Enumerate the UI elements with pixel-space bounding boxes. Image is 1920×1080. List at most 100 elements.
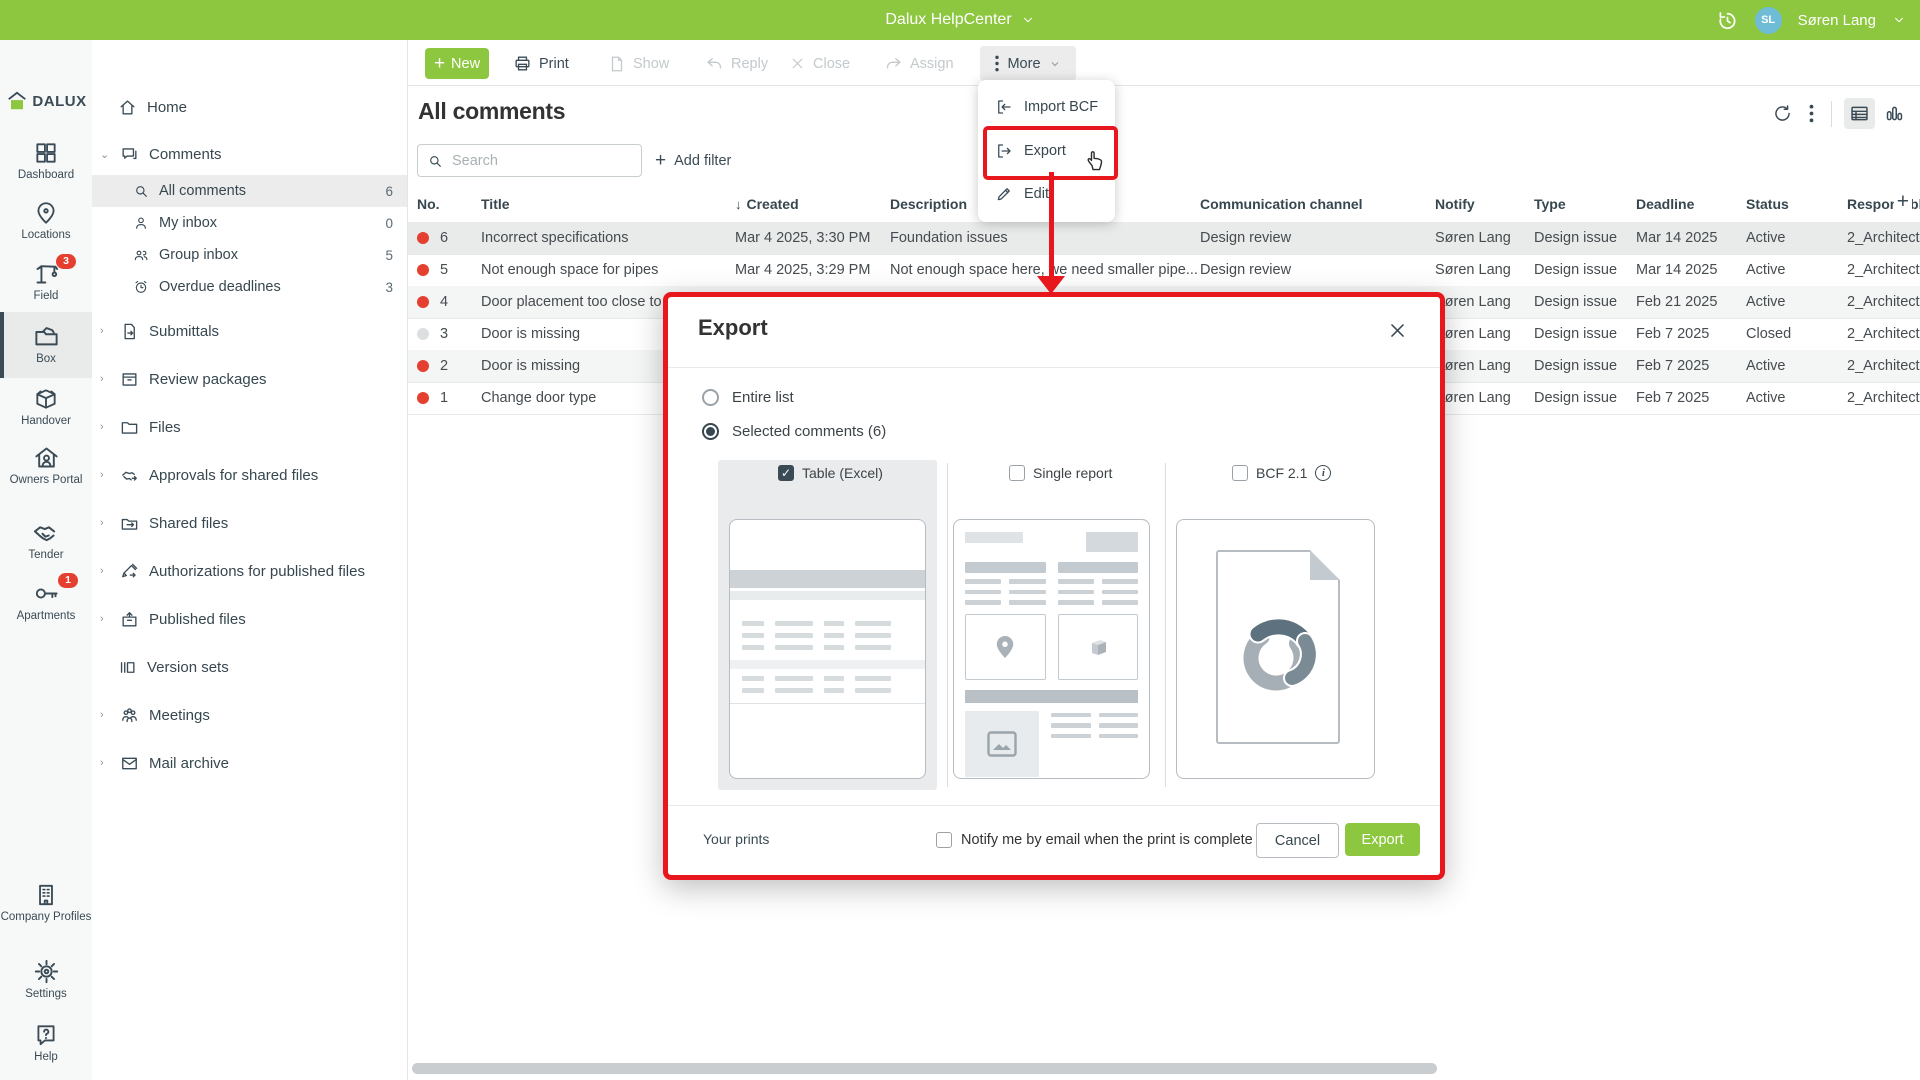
nav-item-version-sets[interactable]: Version sets — [92, 650, 407, 684]
col-title[interactable]: Title — [481, 196, 735, 212]
sidebar-item-handover[interactable]: Handover — [0, 386, 92, 428]
sidebar-item-apartments[interactable]: Apartments 1 — [0, 580, 92, 623]
nav-item-mail-archive[interactable]: › Mail archive — [92, 746, 407, 780]
expand-chevron-icon: › — [100, 517, 110, 529]
refresh-icon[interactable] — [1767, 98, 1798, 129]
table-row[interactable]: 5 Not enough space for pipes Mar 4 2025,… — [407, 254, 1920, 287]
menu-item-import-bcf[interactable]: Import BCF — [978, 86, 1115, 128]
dalux-logo[interactable]: DALUX — [0, 90, 92, 112]
count-badge: 3 — [385, 280, 393, 295]
option-single-report[interactable]: Single report — [1009, 465, 1112, 481]
nav-item-comments[interactable]: ⌄ Comments — [92, 137, 407, 171]
divider — [1831, 101, 1832, 127]
sidebar-item-company-profiles[interactable]: Company Profiles — [0, 882, 92, 924]
close-x-icon — [1388, 321, 1407, 340]
sidebar-item-tender[interactable]: Tender — [0, 518, 92, 562]
nav-item-overdue-deadlines[interactable]: Overdue deadlines 3 — [92, 271, 407, 303]
col-type[interactable]: Type — [1534, 196, 1636, 212]
nav-item-authorizations-published-files[interactable]: › Authorizations for published files — [92, 554, 407, 588]
col-deadline[interactable]: Deadline — [1636, 196, 1746, 212]
checkbox-icon — [1232, 465, 1248, 481]
chart-view-toggle[interactable] — [1879, 98, 1910, 129]
status-dot — [417, 232, 429, 244]
dialog-close-button[interactable] — [1388, 321, 1407, 345]
col-status[interactable]: Status — [1746, 196, 1847, 212]
col-channel[interactable]: Communication channel — [1200, 196, 1435, 212]
divider — [668, 805, 1440, 806]
status-dot — [417, 328, 429, 340]
app-title-wrap[interactable]: Dalux HelpCenter — [0, 0, 1920, 40]
sidebar-item-box[interactable]: Box — [0, 323, 92, 366]
horizontal-scrollbar[interactable] — [412, 1063, 1437, 1074]
search-box — [417, 144, 642, 177]
apartments-badge: 1 — [58, 573, 78, 588]
radio-icon — [702, 389, 719, 406]
status-dot — [417, 360, 429, 372]
import-icon — [995, 98, 1013, 116]
sidebar-item-dashboard[interactable]: Dashboard — [0, 140, 92, 182]
table-excel-preview — [729, 519, 926, 779]
search-input[interactable] — [450, 152, 624, 170]
bcf-page — [1216, 550, 1340, 744]
gear-icon — [33, 958, 60, 985]
nav-item-meetings[interactable]: › Meetings — [92, 698, 407, 732]
more-button[interactable]: More — [980, 46, 1076, 81]
option-table-excel[interactable]: ✓ Table (Excel) — [778, 465, 883, 481]
col-created[interactable]: ↓Created — [735, 196, 890, 212]
kebab-icon — [995, 55, 999, 72]
radio-entire-list[interactable]: Entire list — [702, 389, 794, 406]
module-sidebar: DALUX Dashboard Locations Field 3 Box Ha… — [0, 40, 93, 1080]
user-menu-chevron-icon[interactable] — [1892, 13, 1906, 27]
option-bcf[interactable]: BCF 2.1 i — [1232, 465, 1331, 481]
user-name[interactable]: Søren Lang — [1798, 12, 1876, 29]
status-dot — [417, 264, 429, 276]
radio-selected-comments[interactable]: Selected comments (6) — [702, 423, 886, 440]
field-badge: 3 — [56, 254, 76, 269]
new-button[interactable]: + New — [425, 48, 489, 79]
nav-item-shared-files[interactable]: › Shared files — [92, 506, 407, 540]
nav-item-approvals-shared-files[interactable]: › Approvals for shared files — [92, 458, 407, 492]
nav-item-group-inbox[interactable]: Group inbox 5 — [92, 239, 407, 271]
cancel-button[interactable]: Cancel — [1256, 823, 1339, 858]
crane-icon — [33, 260, 60, 287]
sidebar-item-field[interactable]: Field 3 — [0, 260, 92, 303]
your-prints-link[interactable]: Your prints — [703, 831, 769, 847]
add-filter-button[interactable]: + Add filter — [655, 144, 731, 177]
table-row[interactable]: 6 Incorrect specifications Mar 4 2025, 3… — [407, 222, 1920, 255]
sidebar-item-owners-portal[interactable]: Owners Portal — [0, 444, 92, 487]
table-view-toggle[interactable] — [1844, 98, 1875, 129]
col-notify[interactable]: Notify — [1435, 196, 1534, 212]
print-button[interactable]: Print — [513, 48, 569, 79]
info-icon[interactable]: i — [1315, 465, 1331, 481]
nav-item-review-packages[interactable]: › Review packages — [92, 362, 407, 396]
col-no[interactable]: No. — [407, 196, 481, 212]
image-placeholder — [965, 711, 1039, 777]
nav-item-all-comments[interactable]: All comments 6 — [92, 175, 407, 207]
close-button[interactable]: Close — [789, 48, 850, 79]
export-confirm-button[interactable]: Export — [1345, 823, 1420, 856]
cube-thumb — [1058, 614, 1139, 680]
map-pin-icon — [33, 200, 59, 226]
notify-checkbox-row[interactable]: Notify me by email when the print is com… — [936, 823, 1253, 857]
nav-item-my-inbox[interactable]: My inbox 0 — [92, 207, 407, 239]
folder-share-icon — [120, 514, 139, 533]
sidebar-item-help[interactable]: Help — [0, 1022, 92, 1064]
nav-item-home[interactable]: Home — [92, 90, 407, 124]
nav-item-submittals[interactable]: › Submittals — [92, 314, 407, 348]
nav-item-published-files[interactable]: › Published files — [92, 602, 407, 636]
history-icon[interactable] — [1716, 9, 1739, 32]
list-options-kebab-icon[interactable] — [1804, 99, 1819, 128]
sidebar-item-locations[interactable]: Locations — [0, 200, 92, 242]
alarm-clock-icon — [133, 279, 149, 295]
checkbox-icon — [1009, 465, 1025, 481]
nav-item-files[interactable]: › Files — [92, 410, 407, 444]
avatar[interactable]: SL — [1755, 7, 1782, 34]
reply-button[interactable]: Reply — [705, 48, 768, 79]
meetings-icon — [120, 706, 139, 725]
plus-icon: + — [655, 150, 666, 172]
divider — [668, 367, 1440, 368]
show-button[interactable]: Show — [608, 48, 669, 79]
sidebar-item-settings[interactable]: Settings — [0, 958, 92, 1001]
add-column-button[interactable]: + — [1894, 190, 1912, 214]
assign-button[interactable]: Assign — [884, 48, 954, 79]
